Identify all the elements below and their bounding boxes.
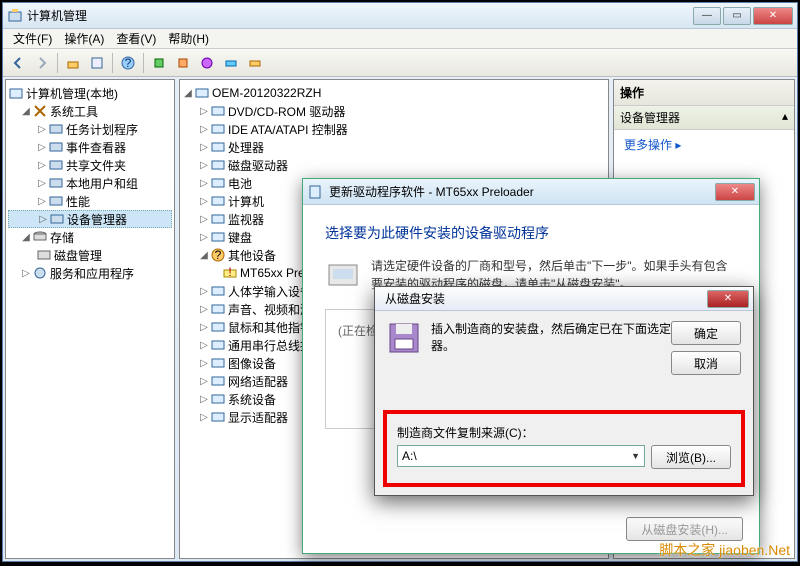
device-icon xyxy=(325,257,361,293)
wizard-titlebar[interactable]: 更新驱动程序软件 - MT65xx Preloader ✕ xyxy=(303,179,759,205)
tree-root[interactable]: 计算机管理(本地) xyxy=(8,84,172,102)
wizard-title: 更新驱动程序软件 - MT65xx Preloader xyxy=(329,183,715,200)
browse-button[interactable]: 浏览(B)... xyxy=(651,445,731,469)
actions-header: 操作 xyxy=(614,80,794,106)
source-value: A:\ xyxy=(402,449,417,463)
wizard-icon xyxy=(307,184,323,200)
wizard-heading: 选择要为此硬件安装的设备驱动程序 xyxy=(325,223,737,243)
help-button[interactable]: ? xyxy=(117,52,139,74)
svg-text:?: ? xyxy=(215,248,222,262)
actions-section[interactable]: 设备管理器▴ xyxy=(614,106,794,130)
tree-item[interactable]: ▷事件查看器 xyxy=(8,138,172,156)
source-label: 制造商文件复制来源(C)： xyxy=(397,424,731,441)
tb-icon-2[interactable] xyxy=(172,52,194,74)
tree-systools[interactable]: ◢系统工具 xyxy=(8,102,172,120)
device-node[interactable]: ▷处理器 xyxy=(182,138,606,156)
source-highlight: 制造商文件复制来源(C)： A:\ ▼ 浏览(B)... xyxy=(383,410,745,487)
device-node[interactable]: ▷IDE ATA/ATAPI 控制器 xyxy=(182,120,606,138)
menu-action[interactable]: 操作(A) xyxy=(58,28,110,49)
wizard-footer: 从磁盘安装(H)... xyxy=(626,517,743,541)
tb-icon-4[interactable] xyxy=(220,52,242,74)
up-button[interactable] xyxy=(62,52,84,74)
tree-item[interactable]: ▷本地用户和组 xyxy=(8,174,172,192)
floppy-icon xyxy=(387,321,421,355)
more-actions-link[interactable]: 更多操作 ▸ xyxy=(614,130,794,159)
scope-pane[interactable]: 计算机管理(本地) ◢系统工具 ▷任务计划程序▷事件查看器▷共享文件夹▷本地用户… xyxy=(5,79,175,559)
wizard-close-button[interactable]: ✕ xyxy=(715,183,755,201)
dropdown-icon: ▼ xyxy=(631,451,640,461)
install-from-disk-dialog: 从磁盘安装 ✕ 插入制造商的安装盘，然后确定已在下面选定正确的驱动器。 确定 取… xyxy=(374,286,754,496)
menubar: 文件(F) 操作(A) 查看(V) 帮助(H) xyxy=(3,29,797,49)
svg-text:?: ? xyxy=(125,56,132,70)
disk-titlebar[interactable]: 从磁盘安装 ✕ xyxy=(375,287,753,311)
disk-title: 从磁盘安装 xyxy=(379,290,707,307)
install-from-disk-button[interactable]: 从磁盘安装(H)... xyxy=(626,517,743,541)
chevron-up-icon: ▴ xyxy=(782,109,788,126)
device-node[interactable]: ▷磁盘驱动器 xyxy=(182,156,606,174)
dm-root[interactable]: ◢OEM-20120322RZH xyxy=(182,84,606,102)
menu-help[interactable]: 帮助(H) xyxy=(162,28,215,49)
ok-button[interactable]: 确定 xyxy=(671,321,741,345)
cancel-button[interactable]: 取消 xyxy=(671,351,741,375)
forward-button[interactable] xyxy=(31,52,53,74)
tb-icon-3[interactable] xyxy=(196,52,218,74)
disk-body: 插入制造商的安装盘，然后确定已在下面选定正确的驱动器。 确定 取消 制造商文件复… xyxy=(375,311,753,495)
app-icon xyxy=(7,8,23,24)
tree-item[interactable]: ▷任务计划程序 xyxy=(8,120,172,138)
svg-text:!: ! xyxy=(228,265,231,279)
scope-tree: 计算机管理(本地) ◢系统工具 ▷任务计划程序▷事件查看器▷共享文件夹▷本地用户… xyxy=(6,80,174,286)
tree-storage[interactable]: ◢存储 xyxy=(8,228,172,246)
chevron-right-icon: ▸ xyxy=(675,138,681,152)
back-button[interactable] xyxy=(7,52,29,74)
tb-icon-5[interactable] xyxy=(244,52,266,74)
maximize-button[interactable]: ▭ xyxy=(723,7,751,25)
tree-item[interactable]: ▷设备管理器 xyxy=(8,210,172,228)
minimize-button[interactable]: — xyxy=(693,7,721,25)
tree-item[interactable]: ▷共享文件夹 xyxy=(8,156,172,174)
window-buttons: — ▭ ✕ xyxy=(693,7,793,25)
menu-file[interactable]: 文件(F) xyxy=(7,28,58,49)
properties-button[interactable] xyxy=(86,52,108,74)
source-combobox[interactable]: A:\ ▼ xyxy=(397,445,645,467)
toolbar: ? xyxy=(3,49,797,77)
close-button[interactable]: ✕ xyxy=(753,7,793,25)
device-node[interactable]: ▷DVD/CD-ROM 驱动器 xyxy=(182,102,606,120)
main-title: 计算机管理 xyxy=(27,7,693,24)
tb-icon-1[interactable] xyxy=(148,52,170,74)
tree-item[interactable]: 磁盘管理 xyxy=(8,246,172,264)
tree-services[interactable]: ▷服务和应用程序 xyxy=(8,264,172,282)
watermark: 脚本之家 jiaoben.Net xyxy=(659,540,790,560)
menu-view[interactable]: 查看(V) xyxy=(110,28,162,49)
tree-item[interactable]: ▷性能 xyxy=(8,192,172,210)
disk-close-button[interactable]: ✕ xyxy=(707,290,749,308)
main-titlebar[interactable]: 计算机管理 — ▭ ✕ xyxy=(3,3,797,29)
